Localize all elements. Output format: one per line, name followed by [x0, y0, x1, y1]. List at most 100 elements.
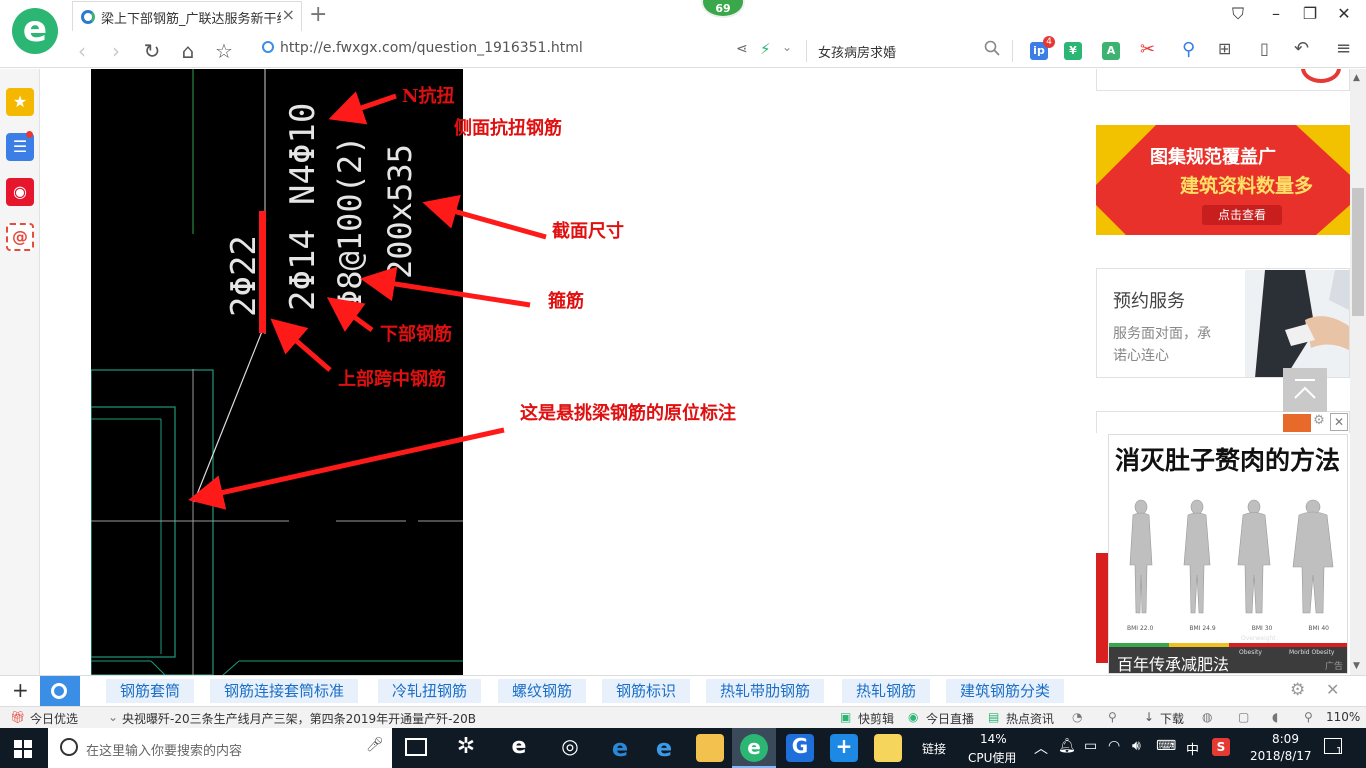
g-app-icon[interactable]: G [786, 734, 814, 762]
promo-line-1: 图集规范覆盖广 [1150, 147, 1276, 168]
today-pick-link[interactable]: 今日优选 [30, 710, 78, 727]
ime-indicator[interactable]: 中 [1186, 739, 1199, 758]
suggestion-tag[interactable]: 钢筋连接套筒标准 [210, 679, 359, 703]
volume-icon[interactable]: 🔊︎ [1132, 738, 1141, 754]
keyboard-icon[interactable]: ⌨ [1156, 738, 1176, 754]
scroll-up-icon[interactable]: ▲ [1353, 73, 1360, 83]
suggestion-tag[interactable]: 热轧钢筋 [842, 679, 931, 703]
windows-start-icon[interactable] [14, 740, 32, 758]
ad-box[interactable]: 消灭肚子赘肉的方法 BMI 22.0 BMI 24.9 BMI 30 BMI 4… [1108, 434, 1348, 674]
star-icon[interactable]: ★ [6, 88, 34, 116]
live-link[interactable]: 今日直播 [926, 710, 974, 727]
internet-explorer-icon[interactable]: e [650, 734, 678, 762]
file-explorer-icon[interactable] [696, 734, 724, 762]
battery-icon[interactable]: ▭ [1084, 738, 1097, 754]
bmi-labels: BMI 22.0 BMI 24.9 BMI 30 BMI 40 [1109, 625, 1347, 632]
chevron-down-icon[interactable]: ⌄ [782, 40, 792, 54]
scissors-icon[interactable]: ✂ [1140, 39, 1155, 60]
browser-tab[interactable]: 梁上下部钢筋_广联达服务新干线 × [72, 1, 302, 31]
microphone-icon[interactable]: 🎤︎ [366, 737, 384, 753]
phone-icon[interactable]: ▯ [1260, 39, 1269, 58]
weibo-icon[interactable]: ◉ [6, 178, 34, 206]
yen-shield-icon[interactable]: ¥ [1064, 42, 1082, 60]
promo-banner[interactable]: 图集规范覆盖广 建筑资料数量多 点击查看 [1096, 125, 1350, 235]
tab-close-icon[interactable]: × [282, 5, 295, 24]
zoom-icon[interactable]: ⚲ [1304, 710, 1313, 724]
refresh-icon[interactable]: ↻ [140, 39, 164, 63]
suggestion-tag[interactable]: 钢筋标识 [602, 679, 691, 703]
task-view-icon[interactable] [405, 738, 427, 756]
bar-label: Obesity [1239, 649, 1262, 656]
news-ticker[interactable]: 央视曝歼-20三条生产线月产三架，第四条2019年开通量产歼-20B [122, 710, 482, 727]
home-icon[interactable]: ⌂ [176, 39, 200, 63]
magnifier-tool-icon[interactable]: ⚲ [1182, 39, 1195, 60]
minimize-icon[interactable]: – [1266, 4, 1286, 23]
zoom-level[interactable]: 110% [1326, 710, 1360, 724]
translate-icon[interactable]: A [1102, 42, 1120, 60]
vertical-scrollbar[interactable]: ▲ ▼ [1350, 69, 1366, 675]
add-icon[interactable]: + [12, 678, 29, 702]
ad-close-icon[interactable]: ✕ [1330, 413, 1348, 431]
wifi-icon[interactable]: ◠ [1108, 738, 1120, 754]
suggestion-tag[interactable]: 钢筋套筒 [106, 679, 195, 703]
shirt-skin-icon[interactable]: ⛉ [1228, 4, 1248, 24]
pin-icon[interactable]: ⚲ [1108, 710, 1117, 724]
suggestion-tag[interactable]: 建筑钢筋分类 [946, 679, 1065, 703]
spiral-app-icon[interactable]: ◎ [556, 734, 584, 762]
undo-icon[interactable]: ↶ [1294, 38, 1309, 59]
forward-icon[interactable]: › [104, 39, 128, 63]
settings-gear-icon[interactable]: ⚙ [1290, 680, 1305, 700]
grid-icon[interactable]: ⊞ [1218, 39, 1231, 58]
status-bar: 🎁︎ 今日优选 ⌄ 央视曝歼-20三条生产线月产三架，第四条2019年开通量产歼… [0, 706, 1366, 728]
red-ring-graphic [1301, 69, 1341, 83]
window-icon[interactable]: ▢ [1238, 710, 1249, 724]
annotation-bottom-rebar: 下部钢筋 [380, 324, 452, 345]
clock-time[interactable]: 8:09 [1272, 732, 1299, 746]
new-tab-button[interactable]: + [309, 2, 327, 27]
ie-shell-icon[interactable]: e [505, 734, 533, 762]
ad-settings-icon[interactable]: ⚙ [1310, 413, 1328, 431]
tray-chevron-icon[interactable]: ︿ [1034, 738, 1048, 758]
browser-logo-icon[interactable] [12, 8, 58, 54]
pinwheel-app-icon[interactable]: ✲ [452, 734, 480, 762]
quick-cut-link[interactable]: 快剪辑 [858, 710, 894, 727]
service-card[interactable]: 预约服务 服务面对面，承 诺心连心 [1096, 268, 1350, 378]
share-icon[interactable]: ⋖ [736, 41, 748, 57]
notes-app-icon[interactable] [874, 734, 902, 762]
search-input[interactable]: 女孩病房求婚 [818, 42, 896, 61]
edge-icon[interactable]: e [606, 734, 634, 762]
suggestion-tag[interactable]: 冷轧扭钢筋 [378, 679, 482, 703]
active-browser-task[interactable]: e [732, 728, 776, 768]
back-to-top-button[interactable] [1283, 368, 1327, 412]
taskbar-link-label[interactable]: 链接 [922, 740, 946, 757]
search-engine-button[interactable] [40, 676, 80, 706]
scroll-down-icon[interactable]: ▼ [1353, 661, 1360, 671]
mail-icon[interactable]: @ [6, 223, 34, 251]
promo-view-button[interactable]: 点击查看 [1202, 205, 1282, 225]
hot-news-link[interactable]: 热点资讯 [1006, 710, 1054, 727]
mute-icon[interactable]: ◖ [1272, 710, 1278, 724]
clock-date[interactable]: 2018/8/17 [1250, 749, 1312, 763]
lightning-icon[interactable]: ⚡ [760, 40, 771, 58]
download-link[interactable]: 下载 [1160, 710, 1184, 727]
close-icon[interactable]: ✕ [1334, 4, 1354, 23]
notification-bell-icon[interactable]: 🔔︎ [1058, 738, 1076, 754]
favorite-star-icon[interactable]: ☆ [212, 39, 236, 63]
maximize-icon[interactable]: ❐ [1300, 4, 1320, 23]
back-icon[interactable]: ‹ [70, 39, 94, 63]
top-card-fragment[interactable] [1096, 69, 1350, 91]
search-icon[interactable] [984, 40, 1000, 56]
taskbar-search-box[interactable]: 在这里输入你要搜索的内容 🎤︎ [48, 728, 392, 768]
close-bar-icon[interactable]: ✕ [1326, 680, 1339, 699]
clean-icon[interactable]: ◍ [1202, 710, 1212, 724]
taskbar-search-placeholder: 在这里输入你要搜索的内容 [86, 744, 243, 759]
sogou-ime-icon[interactable]: S [1212, 738, 1230, 756]
url-field[interactable]: http://e.fwxgx.com/question_1916351.html [262, 40, 752, 62]
scrollbar-thumb[interactable] [1352, 188, 1364, 316]
plus-app-icon[interactable]: + [830, 734, 858, 762]
chevron-down-icon[interactable]: ⌄ [108, 710, 118, 724]
suggestion-tag[interactable]: 螺纹钢筋 [498, 679, 587, 703]
suggestion-tag[interactable]: 热轧带肋钢筋 [706, 679, 825, 703]
menu-icon[interactable]: ≡ [1336, 38, 1351, 59]
speed-icon[interactable]: ◔ [1072, 710, 1082, 724]
